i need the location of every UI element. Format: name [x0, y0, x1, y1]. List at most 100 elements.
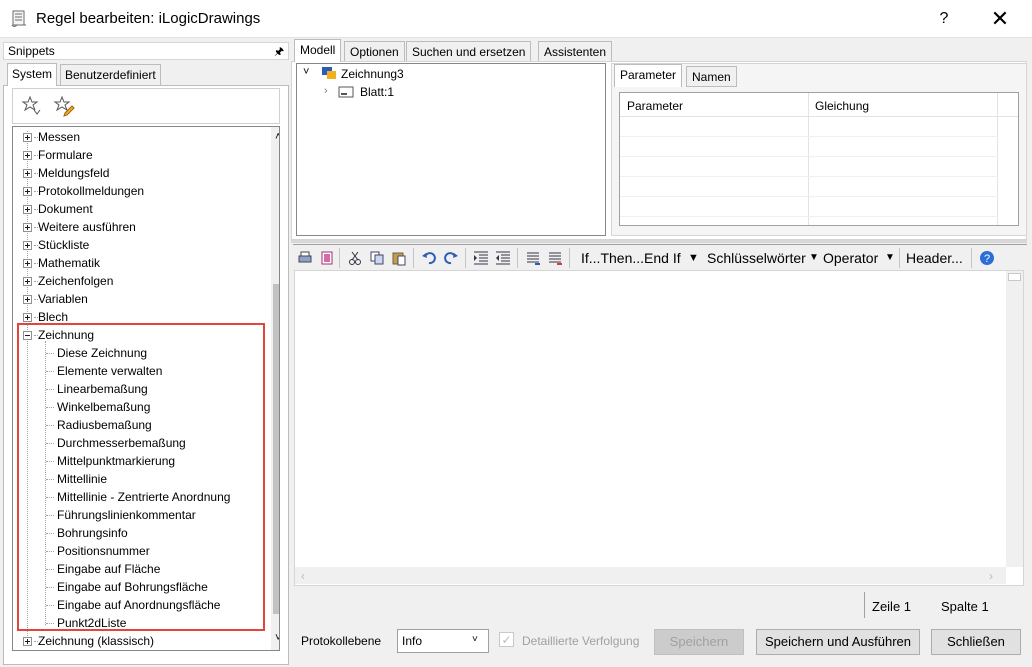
snippet-category-label: Protokollmeldungen — [38, 184, 145, 198]
star-filter-icon[interactable] — [21, 95, 43, 117]
snippets-header: Snippets 🖈 — [3, 42, 289, 60]
print-preview-icon[interactable] — [319, 250, 335, 266]
model-root[interactable]: Zeichnung3 — [341, 67, 404, 81]
snippet-category[interactable]: Protokollmeldungen — [13, 182, 263, 200]
scroll-down-icon[interactable]: ˅ — [275, 632, 279, 644]
snippet-category[interactable]: Stückliste — [13, 236, 263, 254]
status-bar: Zeile 1 Spalte 1 — [294, 592, 1027, 620]
col-parameter: Parameter — [627, 99, 684, 113]
snippets-toolbar — [12, 88, 280, 124]
uncomment-icon[interactable] — [547, 250, 563, 266]
model-tree[interactable]: ˅ Zeichnung3 › Blatt:1 — [296, 63, 606, 236]
code-editor[interactable]: ‹ › — [294, 270, 1024, 586]
chevron-down-icon[interactable]: ▼ — [809, 252, 819, 263]
scroll-right-icon[interactable]: › — [989, 569, 993, 583]
drawing-icon — [322, 67, 336, 79]
snippet-category-label: Variablen — [38, 292, 88, 306]
outdent-icon[interactable] — [495, 250, 511, 266]
chevron-down-icon[interactable]: ▼ — [885, 252, 895, 263]
title-bar: Regel bearbeiten: iLogicDrawings ? ✕ — [0, 0, 1032, 38]
highlight-frame — [17, 323, 265, 631]
indent-icon[interactable] — [473, 250, 489, 266]
tab-suchen-ersetzen[interactable]: Suchen und ersetzen — [406, 41, 532, 62]
cut-icon[interactable] — [347, 250, 363, 266]
snippet-category-label: Dokument — [38, 202, 93, 216]
scroll-left-icon[interactable]: ‹ — [301, 569, 305, 583]
copy-icon[interactable] — [369, 250, 385, 266]
scroll-up-icon[interactable]: ˄ — [275, 131, 279, 143]
expand-icon[interactable]: › — [324, 85, 328, 97]
log-level-select[interactable]: Info ˅ — [397, 629, 489, 653]
header-button[interactable]: Header... — [906, 250, 963, 266]
editor-toolbar: If...Then...End If ▼ Schlüsselwörter ▼ O… — [293, 244, 1027, 270]
tab-modell[interactable]: Modell — [294, 39, 342, 62]
snippet-category[interactable]: Meldungsfeld — [13, 164, 263, 182]
log-level-label: Protokollebene — [301, 634, 382, 648]
snippet-category[interactable]: Zeichnung (klassisch) — [13, 632, 263, 650]
tab-namen[interactable]: Namen — [686, 66, 737, 87]
editor-hscrollbar[interactable]: ‹ › — [295, 567, 1006, 584]
save-button[interactable]: Speichern — [654, 629, 744, 655]
snippet-category[interactable]: Formulare — [13, 146, 263, 164]
expand-icon[interactable] — [23, 223, 32, 232]
if-then-snippet-button[interactable]: If...Then...End If — [581, 250, 681, 266]
help-icon[interactable]: ? — [979, 250, 995, 266]
scrollbar-thumb[interactable] — [273, 284, 279, 614]
operator-dropdown[interactable]: Operator — [823, 250, 878, 266]
status-line: Zeile 1 — [872, 599, 912, 614]
expand-icon[interactable] — [23, 637, 32, 646]
pin-icon[interactable]: 🖈 — [274, 43, 284, 62]
help-button[interactable]: ? — [928, 4, 960, 34]
rule-scroll-icon — [11, 10, 26, 27]
tab-benutzerdefiniert[interactable]: Benutzerdefiniert — [60, 64, 161, 85]
expand-icon[interactable] — [23, 259, 32, 268]
chevron-down-icon[interactable]: ▼ — [688, 252, 699, 264]
expand-icon[interactable] — [23, 313, 32, 322]
svg-text:?: ? — [984, 253, 990, 265]
editor-vscrollbar[interactable] — [1006, 271, 1023, 567]
tab-assistenten[interactable]: Assistenten — [538, 41, 613, 62]
detailed-trace-checkbox[interactable]: ✓ — [499, 632, 514, 647]
collapse-icon[interactable]: ˅ — [303, 66, 309, 78]
tab-parameter[interactable]: Parameter — [614, 64, 683, 87]
snippet-category[interactable]: Mathematik — [13, 254, 263, 272]
snippet-category[interactable]: Zeichenfolgen — [13, 272, 263, 290]
model-sheet[interactable]: Blatt:1 — [360, 85, 394, 99]
col-gleichung: Gleichung — [815, 99, 870, 113]
expand-icon[interactable] — [23, 169, 32, 178]
close-button[interactable]: Schließen — [931, 629, 1021, 655]
snippet-category-label: Weitere ausführen — [38, 220, 136, 234]
paste-icon[interactable] — [391, 250, 407, 266]
snippet-category[interactable]: Messen — [13, 128, 263, 146]
close-window-button[interactable]: ✕ — [982, 4, 1018, 34]
expand-icon[interactable] — [23, 277, 32, 286]
tab-system[interactable]: System — [7, 63, 58, 86]
snippet-category-label: Meldungsfeld — [38, 166, 110, 180]
tab-optionen[interactable]: Optionen — [344, 41, 405, 62]
expand-icon[interactable] — [23, 241, 32, 250]
expand-icon[interactable] — [23, 205, 32, 214]
snippet-category[interactable]: Weitere ausführen — [13, 218, 263, 236]
sheet-icon — [338, 86, 354, 98]
snippet-category[interactable]: Variablen — [13, 290, 263, 308]
snippet-category-label: Zeichnung (klassisch) — [38, 634, 155, 648]
expand-icon[interactable] — [23, 133, 32, 142]
keywords-dropdown[interactable]: Schlüsselwörter — [707, 250, 806, 266]
expand-icon[interactable] — [23, 151, 32, 160]
parameter-grid[interactable]: Parameter Gleichung — [619, 92, 1019, 226]
splitter[interactable] — [291, 240, 1027, 243]
snippet-category-label: Stückliste — [38, 238, 90, 252]
tree-scrollbar[interactable]: ˄ ˅ — [271, 127, 279, 650]
snippet-category[interactable]: Dokument — [13, 200, 263, 218]
print-icon[interactable] — [297, 250, 313, 266]
undo-icon[interactable] — [421, 250, 437, 266]
star-edit-icon[interactable] — [53, 95, 75, 117]
chevron-down-icon: ˅ — [472, 634, 478, 645]
redo-icon[interactable] — [443, 250, 459, 266]
expand-icon[interactable] — [23, 295, 32, 304]
comment-icon[interactable] — [525, 250, 541, 266]
snippet-category-label: Formulare — [38, 148, 93, 162]
save-run-button[interactable]: Speichern und Ausführen — [756, 629, 920, 655]
window-title: Regel bearbeiten: iLogicDrawings — [36, 10, 261, 27]
expand-icon[interactable] — [23, 187, 32, 196]
